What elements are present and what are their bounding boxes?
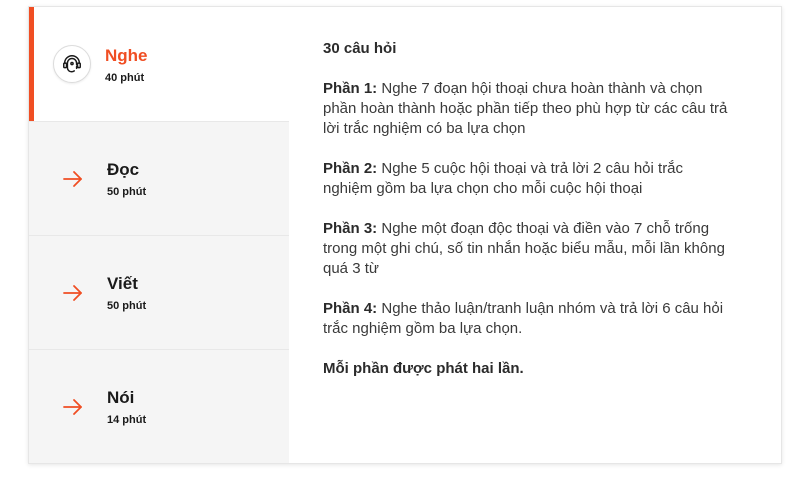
tab-nghe[interactable]: Nghe 40 phút [29,7,289,121]
tab-viet-duration: 50 phút [107,300,147,312]
part-4-text: Nghe thảo luận/tranh luận nhóm và trả lờ… [323,300,724,337]
part-3-text: Nghe một đoạn độc thoại và điền vào 7 ch… [323,220,725,277]
part-1: Phần 1: Nghe 7 đoạn hội thoại chưa hoàn … [323,79,733,139]
section-details: 30 câu hỏi Phần 1: Nghe 7 đoạn hội thoại… [289,7,781,463]
part-1-text: Nghe 7 đoạn hội thoại chưa hoàn thành và… [323,80,728,137]
tab-nghe-title: Nghe [105,45,148,65]
exam-section-card: Nghe 40 phút Đọc 50 phút Viết 50 phút Nó… [28,6,782,464]
tab-viet[interactable]: Viết 50 phút [29,235,289,349]
part-4-label: Phần 4: [323,300,378,317]
question-count: 30 câu hỏi [323,40,397,57]
part-1-label: Phần 1: [323,80,378,97]
playback-note: Mỗi phần được phát hai lần. [323,360,524,377]
tab-noi[interactable]: Nói 14 phút [29,349,289,463]
part-3-label: Phần 3: [323,220,378,237]
tab-doc[interactable]: Đọc 50 phút [29,121,289,235]
arrow-right-icon [53,273,93,313]
part-4: Phần 4: Nghe thảo luận/tranh luận nhóm v… [323,299,733,339]
tab-viet-title: Viết [107,274,138,293]
tab-noi-duration: 14 phút [107,414,147,426]
arrow-right-icon [53,159,93,199]
tab-nghe-duration: 40 phút [105,71,145,84]
section-tabs: Nghe 40 phút Đọc 50 phút Viết 50 phút Nó… [29,7,289,463]
tab-doc-title: Đọc [107,160,140,179]
part-3: Phần 3: Nghe một đoạn độc thoại và điền … [323,219,733,279]
part-2-label: Phần 2: [323,160,378,177]
arrow-right-icon [53,387,93,427]
part-2: Phần 2: Nghe 5 cuộc hội thoại và trả lời… [323,159,733,199]
tab-noi-title: Nói [107,388,135,407]
part-2-text: Nghe 5 cuộc hội thoại và trả lời 2 câu h… [323,160,684,197]
tab-doc-duration: 50 phút [107,186,147,198]
headphones-head-icon [53,45,91,83]
